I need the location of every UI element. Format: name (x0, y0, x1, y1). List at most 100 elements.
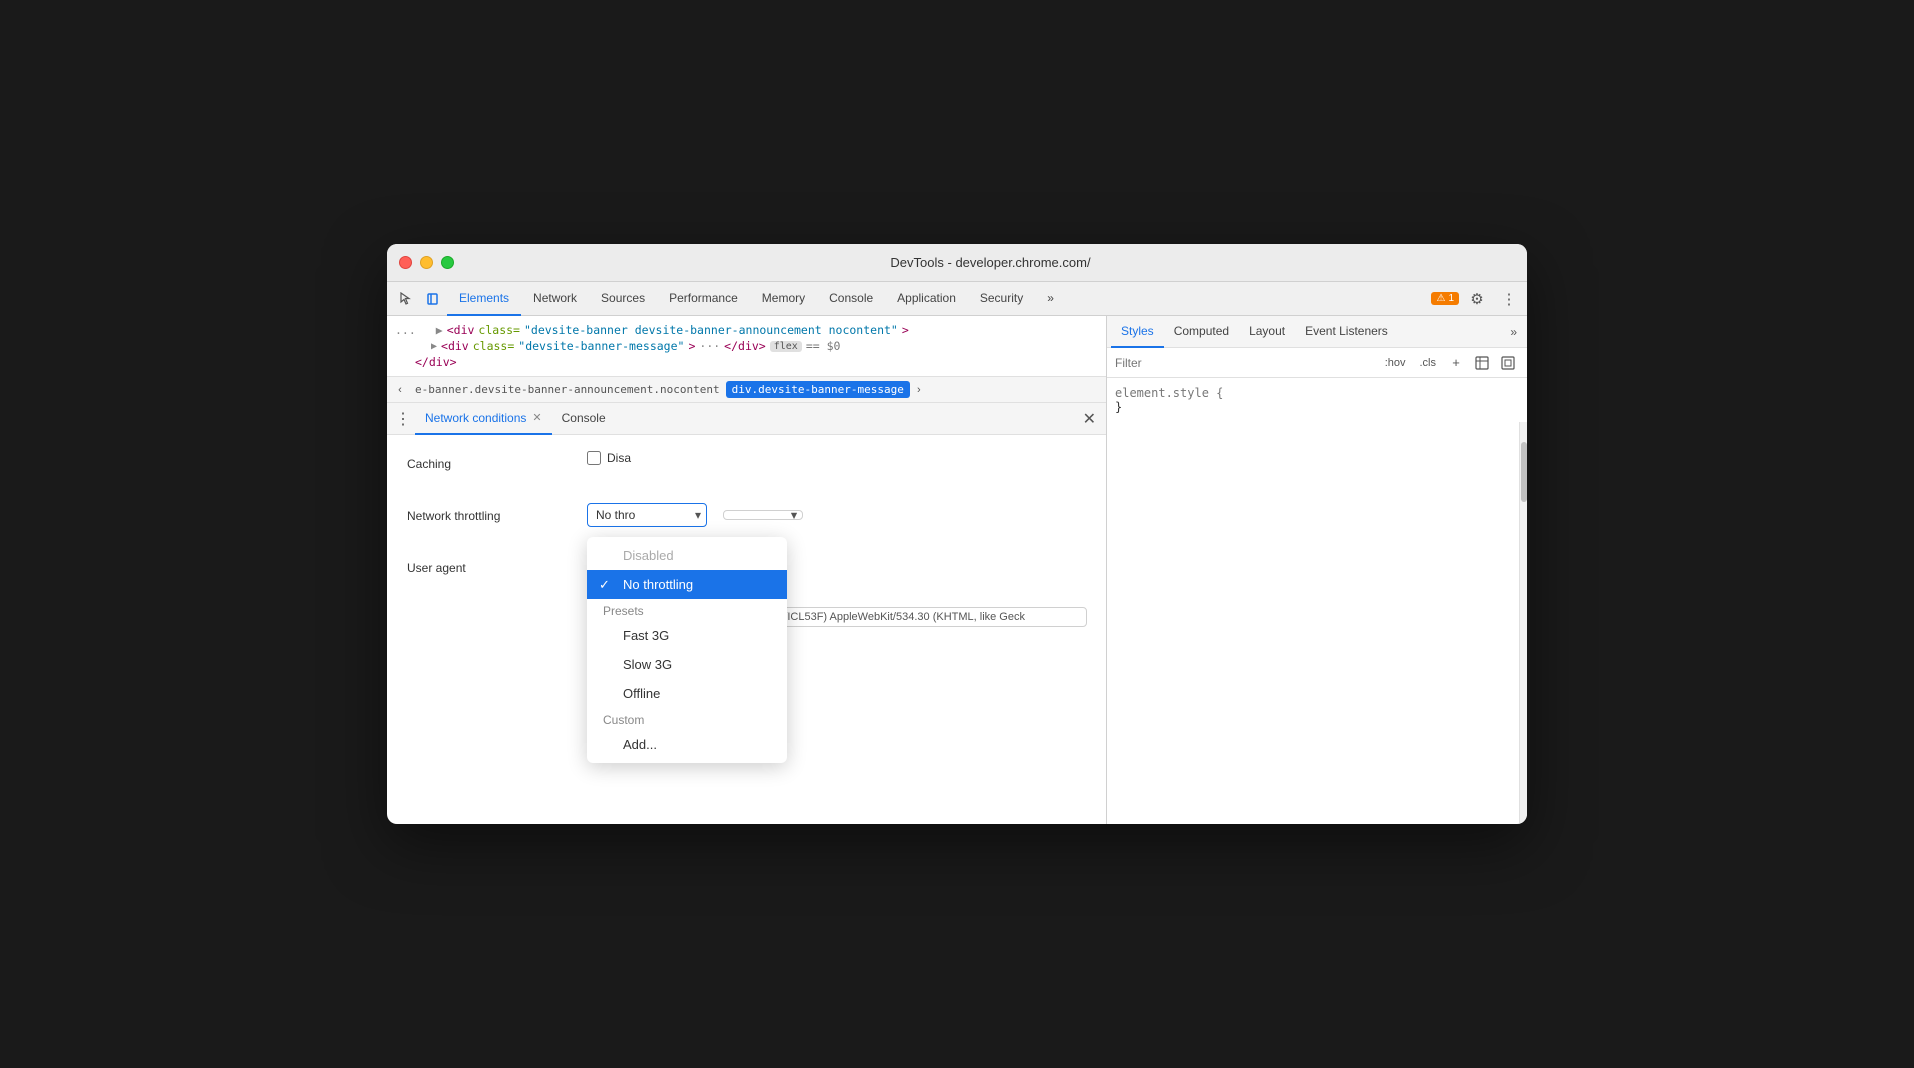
breadcrumb-left-arrow[interactable]: ‹ (391, 381, 409, 399)
dropdown-custom-header: Custom (587, 708, 787, 730)
throttling-select-wrapper: No thro Disabled ✓ (587, 503, 707, 527)
dropdown-slow3g[interactable]: Slow 3G (587, 650, 787, 679)
disabled-label: Disabled (623, 548, 674, 563)
maximize-button[interactable] (441, 256, 454, 269)
bottom-tabs-bar: ⋮ Network conditions ✕ Console ✕ (387, 403, 1106, 435)
tab-application[interactable]: Application (885, 282, 968, 316)
dom-triangle[interactable]: ▶ (431, 341, 437, 352)
hov-button[interactable]: :hov (1380, 355, 1411, 371)
dropdown-presets-header: Presets (587, 599, 787, 621)
dropdown-offline[interactable]: Offline (587, 679, 787, 708)
breadcrumb-item-2[interactable]: div.devsite-banner-message (726, 381, 910, 398)
dom-arrow: ▶ (420, 323, 443, 337)
add-label: Add... (623, 737, 657, 752)
pointer-icon[interactable] (391, 285, 419, 313)
throttling-select-value: No thro (596, 508, 635, 522)
warning-icon: ⚠ (1436, 293, 1445, 304)
dom-dollar: == $0 (806, 339, 841, 353)
scrollbar-thumb (1521, 442, 1527, 502)
tab-console-bottom[interactable]: Console (552, 403, 616, 435)
left-arrow-icon: ‹ (398, 384, 402, 396)
network-conditions-close[interactable]: ✕ (532, 411, 541, 424)
dom-line-2: ▶ <div class= "devsite-banner-message" >… (387, 338, 1106, 354)
styles-tab-computed[interactable]: Computed (1164, 316, 1239, 348)
tab-memory[interactable]: Memory (750, 282, 817, 316)
tab-console[interactable]: Console (817, 282, 885, 316)
no-throttling-label: No throttling (623, 577, 693, 592)
styles-tab-more[interactable]: » (1504, 325, 1523, 339)
settings-button[interactable]: ⚙ (1463, 285, 1491, 313)
dom-attr2-value: "devsite-banner-message" (518, 339, 684, 353)
caching-checkbox-label[interactable]: Disa (587, 451, 631, 465)
warning-badge[interactable]: ⚠ 1 (1431, 292, 1459, 305)
tab-security[interactable]: Security (968, 282, 1035, 316)
tabs-right-area: ⚠ 1 ⚙ ⋮ (1431, 285, 1523, 313)
caching-checkbox-text: Disa (607, 451, 631, 465)
bottom-panel-options[interactable]: ⋮ (391, 407, 415, 431)
bottom-panel: ⋮ Network conditions ✕ Console ✕ Caching (387, 403, 1106, 824)
devtools-window: DevTools - developer.chrome.com/ Element… (387, 244, 1527, 824)
throttling-control: No thro Disabled ✓ (587, 503, 1086, 527)
devtools-content-area: ... ▶ <div class= "devsite-banner devsit… (387, 316, 1527, 824)
close-button[interactable] (399, 256, 412, 269)
tab-elements[interactable]: Elements (447, 282, 521, 316)
color-picker-icon[interactable] (1471, 352, 1493, 374)
styles-rule-close: } (1115, 400, 1519, 414)
right-panel-scrollbar[interactable] (1519, 422, 1527, 824)
inspect-icon[interactable] (419, 285, 447, 313)
window-title: DevTools - developer.chrome.com/ (466, 255, 1515, 270)
right-panel: Styles Computed Layout Event Listeners »… (1107, 316, 1527, 824)
tab-sources[interactable]: Sources (589, 282, 657, 316)
flex-badge: flex (770, 341, 802, 352)
fast3g-label: Fast 3G (623, 628, 669, 643)
dropdown-add[interactable]: Add... (587, 730, 787, 759)
styles-toolbar: :hov .cls + (1107, 348, 1527, 378)
bottom-panel-close-button[interactable]: ✕ (1077, 409, 1102, 429)
throttling-row: Network throttling No thro Di (407, 503, 1086, 535)
tab-network[interactable]: Network (521, 282, 589, 316)
dropdown-fast3g[interactable]: Fast 3G (587, 621, 787, 650)
dom-inner-ellipsis: ··· (699, 339, 720, 353)
cls-button[interactable]: .cls (1415, 355, 1442, 371)
caching-control: Disa (587, 451, 1086, 465)
styles-filter-input[interactable] (1115, 356, 1376, 370)
dom-tag2-open: <div (441, 339, 469, 353)
dropdown-no-throttling[interactable]: ✓ No throttling (587, 570, 787, 599)
network-conditions-label: Network conditions (425, 411, 526, 425)
tab-performance[interactable]: Performance (657, 282, 750, 316)
styles-rule: element.style { (1115, 386, 1519, 400)
title-bar: DevTools - developer.chrome.com/ (387, 244, 1527, 282)
dom-attr-class: class= (478, 323, 520, 337)
throttling-second-select[interactable] (723, 510, 803, 520)
styles-tab-styles[interactable]: Styles (1111, 316, 1164, 348)
dom-line-1: ... ▶ <div class= "devsite-banner devsit… (387, 322, 1106, 338)
throttling-dropdown: Disabled ✓ No throttling Presets (587, 537, 787, 763)
checkmark-icon: ✓ (599, 577, 610, 593)
offline-label: Offline (623, 686, 660, 701)
more-options-button[interactable]: ⋮ (1495, 285, 1523, 313)
dom-tag2-gt: > (688, 339, 695, 353)
styles-tab-event-listeners[interactable]: Event Listeners (1295, 316, 1398, 348)
dom-closing-tag: </div> (415, 355, 457, 369)
dom-tag2-end: </div> (724, 339, 766, 353)
tab-more[interactable]: » (1035, 282, 1066, 316)
styles-tab-layout[interactable]: Layout (1239, 316, 1295, 348)
presets-label: Presets (603, 604, 644, 618)
minimize-button[interactable] (420, 256, 433, 269)
styles-rule-selector: element.style { (1115, 386, 1223, 400)
slow3g-label: Slow 3G (623, 657, 672, 672)
traffic-lights (399, 256, 454, 269)
throttling-select[interactable]: No thro (587, 503, 707, 527)
breadcrumb-right-arrow[interactable]: › (910, 381, 928, 399)
breadcrumb-item-1[interactable]: e-banner.devsite-banner-announcement.noc… (409, 381, 726, 398)
caching-label: Caching (407, 451, 587, 471)
dom-attr-value: "devsite-banner devsite-banner-announcem… (524, 323, 898, 337)
tab-network-conditions[interactable]: Network conditions ✕ (415, 403, 552, 435)
caching-checkbox[interactable] (587, 451, 601, 465)
styles-brace-close: } (1115, 400, 1122, 414)
layout-icon[interactable] (1497, 352, 1519, 374)
user-agent-label: User agent (407, 555, 587, 575)
dom-attr2-class: class= (473, 339, 515, 353)
throttling-second-select-wrapper: ▾ (723, 510, 803, 520)
add-style-icon[interactable]: + (1445, 352, 1467, 374)
